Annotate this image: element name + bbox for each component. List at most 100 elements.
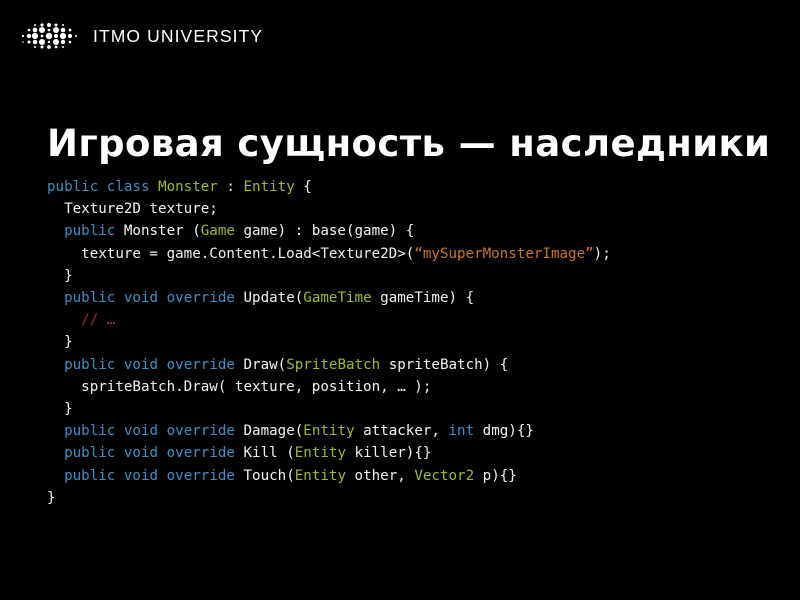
code-token-type: Entity	[243, 179, 295, 195]
code-token-kw: public	[64, 356, 116, 373]
code-token-type: GameTime	[303, 290, 372, 307]
code-line: }	[47, 265, 757, 287]
code-token-pln	[98, 179, 107, 195]
code-listing: public class Monster : Entity { Texture2…	[47, 176, 757, 509]
code-token-pln: {	[294, 179, 312, 195]
code-token-str: “mySuperMonsterImage”	[414, 245, 594, 262]
code-line: }	[47, 398, 757, 420]
code-token-pln: );	[593, 245, 611, 262]
code-token-type: Monster	[158, 179, 218, 195]
code-token-pln: Damage(	[234, 423, 304, 440]
code-line: public void override Touch(Entity other,…	[47, 465, 757, 487]
code-token-pln: }	[47, 489, 56, 506]
code-line: Texture2D texture;	[47, 198, 757, 220]
code-token-kw: public	[47, 179, 99, 195]
code-token-kw: override	[166, 356, 235, 373]
code-token-pln	[158, 445, 167, 461]
code-token-pln: p){}	[474, 467, 517, 484]
code-token-pln: game) : base(game) {	[234, 223, 415, 240]
code-token-pln: }	[64, 267, 73, 284]
code-line: public Monster (Game game) : base(game) …	[47, 220, 757, 242]
code-line: public void override Update(GameTime gam…	[47, 287, 757, 309]
brand-name-label: ITMO UNIVERSITY	[93, 25, 264, 46]
code-token-type: Entity	[294, 445, 346, 462]
code-token-kw: void	[123, 290, 159, 307]
code-token-pln: Monster (	[115, 223, 201, 240]
code-token-kw: void	[123, 445, 159, 462]
code-token-pln	[158, 468, 167, 484]
code-token-pln: }	[64, 334, 73, 351]
code-token-pln	[115, 445, 124, 461]
code-line: public void override Draw(SpriteBatch sp…	[47, 354, 757, 376]
code-token-pln: spriteBatch) {	[380, 356, 509, 373]
code-token-pln: Kill (	[234, 445, 295, 462]
code-token-kw: void	[123, 423, 159, 440]
code-line: }	[47, 487, 757, 509]
code-token-pln: killer){}	[346, 445, 432, 462]
code-token-pln	[158, 423, 167, 439]
code-token-pln: texture = game.Content.Load<Texture2D>(	[81, 245, 415, 262]
code-token-kw: override	[166, 290, 235, 307]
code-token-kw: override	[166, 467, 235, 484]
code-token-pln: Update(	[234, 290, 304, 307]
code-token-pln: other,	[346, 467, 415, 484]
code-token-pln	[115, 468, 124, 484]
code-token-pln: attacker,	[354, 423, 449, 440]
code-token-pln: }	[64, 401, 73, 418]
code-token-kw: public	[64, 223, 116, 240]
code-token-type: Entity	[303, 423, 355, 440]
page-title: Игровая сущность — наследники	[47, 121, 771, 165]
code-token-kw: class	[106, 179, 150, 195]
code-token-kw: override	[166, 423, 235, 440]
code-token-type: Entity	[294, 467, 346, 484]
itmo-dot-matrix-logo-icon	[18, 19, 84, 53]
code-line: public class Monster : Entity {	[47, 176, 757, 198]
code-token-pln: Touch(	[234, 467, 295, 484]
code-line: spriteBatch.Draw( texture, position, … )…	[47, 376, 757, 398]
code-token-pln: gameTime) {	[371, 290, 475, 307]
code-token-pln	[115, 290, 124, 306]
code-token-kw: override	[166, 445, 235, 462]
code-token-kw: public	[64, 423, 116, 440]
code-token-pln	[158, 357, 167, 373]
code-token-pln	[158, 290, 167, 306]
brand-header: ITMO UNIVERSITY	[18, 18, 263, 54]
code-line: }	[47, 331, 757, 353]
presentation-slide: ITMO UNIVERSITY Игровая сущность — насле…	[0, 0, 800, 600]
code-line: texture = game.Content.Load<Texture2D>(“…	[47, 243, 757, 265]
code-token-type: SpriteBatch	[286, 356, 381, 373]
code-token-cmt: // …	[81, 312, 116, 329]
code-token-kw: int	[448, 423, 475, 440]
code-token-pln: Draw(	[234, 356, 287, 373]
code-token-pln: Texture2D texture;	[64, 201, 218, 218]
code-token-kw: public	[64, 467, 116, 484]
code-token-type: Vector2	[414, 467, 475, 484]
code-token-pln: :	[217, 179, 244, 195]
code-line: public void override Kill (Entity killer…	[47, 442, 757, 464]
code-token-kw: void	[123, 467, 159, 484]
code-line: // …	[47, 309, 757, 331]
code-token-kw: public	[64, 290, 116, 307]
code-token-kw: public	[64, 445, 116, 462]
code-token-pln: dmg){}	[474, 423, 534, 440]
code-token-pln	[150, 179, 159, 195]
code-token-type: Game	[200, 223, 235, 240]
code-token-kw: void	[123, 356, 159, 373]
code-token-pln	[115, 357, 124, 373]
code-line: public void override Damage(Entity attac…	[47, 420, 757, 442]
code-token-pln	[115, 423, 124, 439]
code-token-pln: spriteBatch.Draw( texture, position, … )…	[81, 378, 432, 395]
